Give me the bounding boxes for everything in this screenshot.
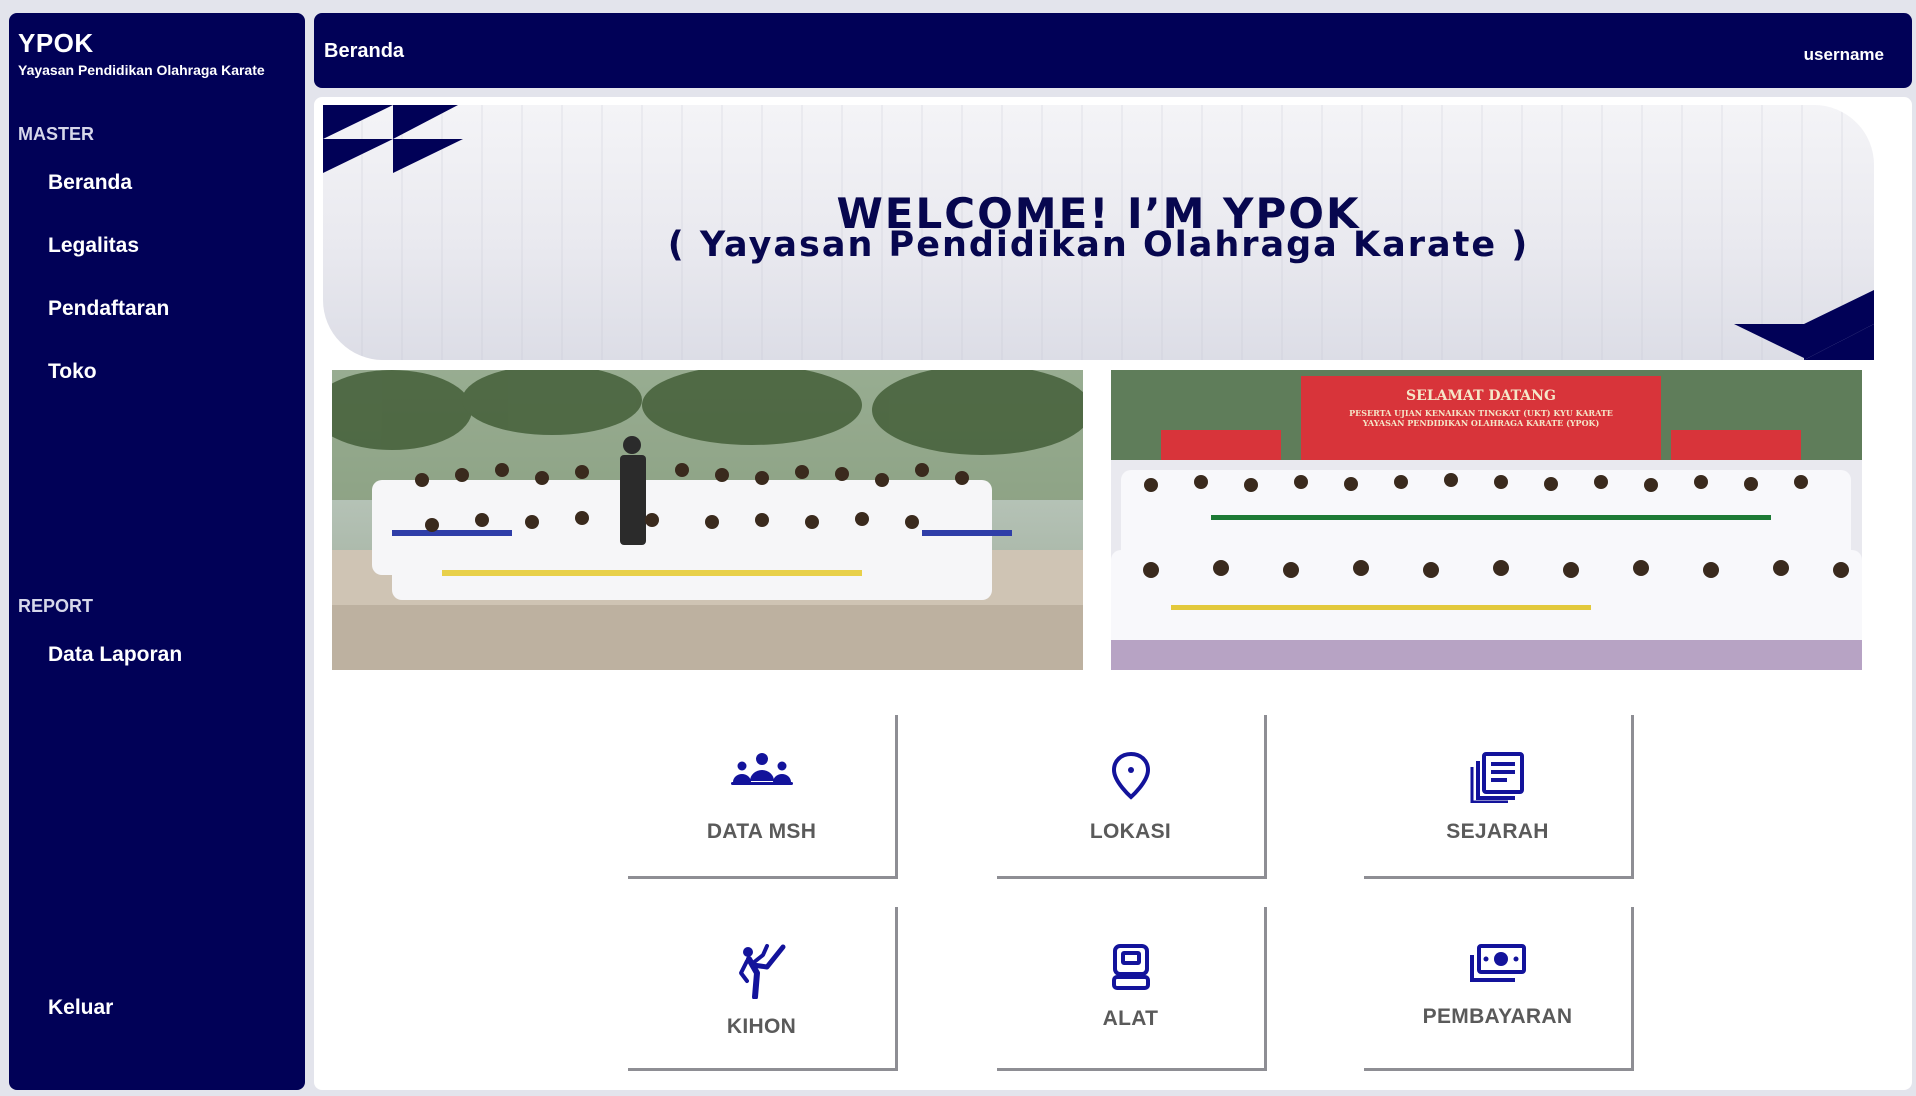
menu-card-label: LOKASI [1089,820,1172,843]
menu-card-pembayaran[interactable]: PEMBAYARAN [1364,907,1634,1071]
page-title: Beranda [324,40,405,62]
banner-corner-decoration-top [323,105,463,173]
menu-card-alat[interactable]: ALAT [997,907,1267,1071]
menu-card-label: ALAT [1102,1007,1159,1030]
banner-sign-line2: PESERTA UJIAN KENAIKAN TINGKAT (UKT) KYU… [1349,408,1613,418]
sidebar-item-pendaftaran[interactable]: Pendaftaran [48,297,169,321]
karate-kick-icon [628,943,895,999]
sidebar-item-legalitas[interactable]: Legalitas [48,234,139,258]
sidebar-item-data-laporan[interactable]: Data Laporan [48,643,182,667]
menu-card-lokasi[interactable]: LOKASI [997,715,1267,879]
welcome-banner: WELCOME! I’M YPOK ( Yayasan Pendidikan O… [323,105,1874,360]
group-photo-event: SELAMAT DATANG PESERTA UJIAN KENAIKAN TI… [1111,370,1862,670]
document-stack-icon [1364,751,1631,803]
people-group-icon [628,751,895,787]
sidebar-item-beranda[interactable]: Beranda [48,171,132,195]
menu-card-label: PEMBAYARAN [1422,1005,1573,1028]
logout-button[interactable]: Keluar [48,996,113,1020]
location-pin-icon [997,751,1264,801]
brand-subtitle: Yayasan Pendidikan Olahraga Karate [18,62,265,78]
menu-card-label: DATA MSH [706,820,817,843]
section-label-master: MASTER [18,124,94,144]
banner-sign-line3: YAYASAN PENDIDIKAN OLAHRAGA KARATE (YPOK… [1362,418,1600,428]
banner-subheading: ( Yayasan Pendidikan Olahraga Karate ) [667,225,1530,265]
menu-card-sejarah[interactable]: SEJARAH [1364,715,1634,879]
section-label-report: REPORT [18,596,94,616]
banner-sign-title: SELAMAT DATANG [1406,388,1556,404]
app-root: YPOK Yayasan Pendidikan Olahraga Karate … [0,0,1916,1096]
group-photo-outdoor [332,370,1083,670]
user-menu[interactable]: username [1804,45,1884,65]
sidebar-item-toko[interactable]: Toko [48,360,97,384]
equipment-icon [997,943,1264,991]
brand-title: YPOK [18,28,94,58]
main-content: WELCOME! I’M YPOK ( Yayasan Pendidikan O… [314,97,1912,1090]
money-icon [1364,943,1631,985]
menu-card-label: SEJARAH [1446,820,1549,843]
menu-card-data-msh[interactable]: DATA MSH [628,715,898,879]
menu-card-label: KIHON [726,1015,797,1038]
banner-corner-decoration-bottom [1734,290,1874,360]
menu-card-kihon[interactable]: KIHON [628,907,898,1071]
top-header: Beranda username [314,13,1912,88]
sidebar: YPOK Yayasan Pendidikan Olahraga Karate … [9,13,305,1090]
